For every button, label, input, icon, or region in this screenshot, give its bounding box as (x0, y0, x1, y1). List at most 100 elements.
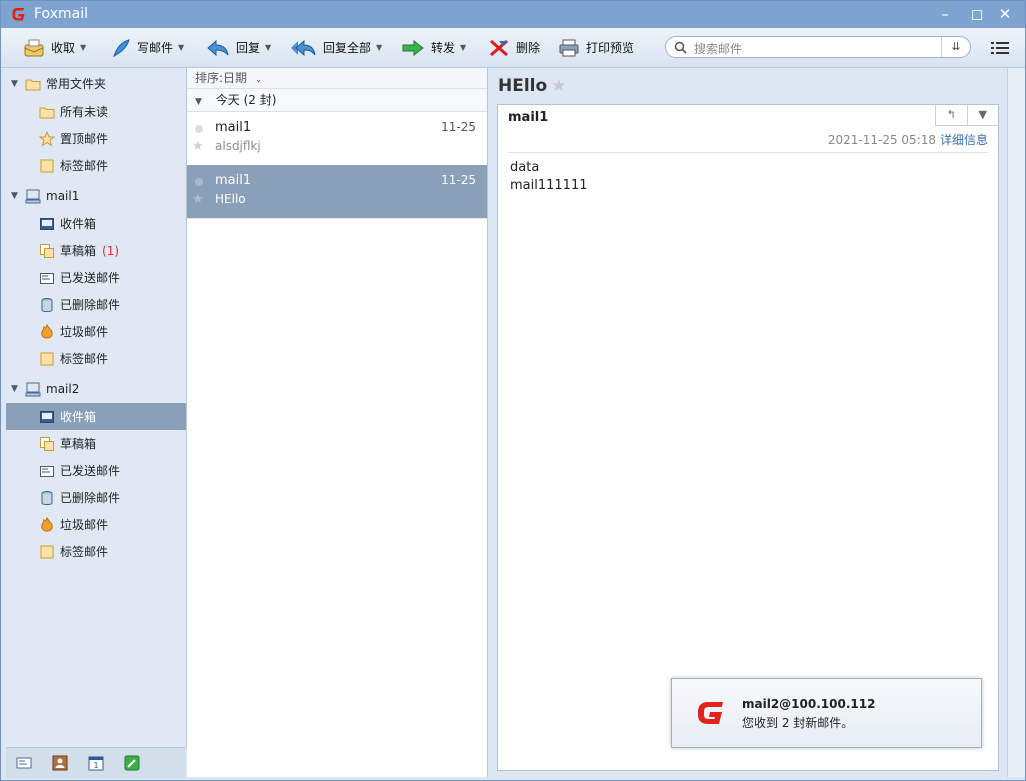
account-icon (25, 189, 41, 203)
folder-item-inbox[interactable]: 收件箱 (6, 403, 186, 430)
collapse-icon[interactable]: ▼ (11, 384, 21, 394)
chevron-down-icon: ⌄ (254, 75, 263, 85)
tag-icon (40, 159, 54, 172)
unread-dot-icon[interactable] (195, 125, 203, 133)
reply-label: 回复 (236, 41, 261, 55)
folder-label: 置顶邮件 (60, 132, 109, 146)
message-sender: mail1 (215, 173, 252, 188)
reply-button[interactable]: 回复 ▼ (206, 28, 271, 67)
message-datetime: 2021-11-25 05:18 (827, 133, 936, 147)
folder-item-sent[interactable]: 已发送邮件 (6, 457, 186, 484)
message-meta: 2021-11-25 05:18 详细信息 (828, 131, 988, 148)
print-preview-button[interactable]: 打印预览 (558, 28, 634, 67)
collapse-icon[interactable]: ▼ (11, 191, 21, 201)
chevron-down-icon[interactable]: ▼ (376, 43, 382, 52)
menu-icon[interactable] (991, 41, 1009, 55)
folder-group-common[interactable]: ▼ 常用文件夹 (6, 70, 186, 97)
inbox-icon (40, 217, 54, 230)
contacts-icon[interactable] (52, 755, 68, 771)
close-button[interactable]: ✕ (994, 5, 1016, 23)
drafts-icon (40, 436, 54, 451)
title-bar: Foxmail – ◻ ✕ (1, 1, 1025, 28)
scrollbar[interactable] (1007, 68, 1025, 777)
sort-selector[interactable]: 排序:日期 ⌄ (187, 68, 487, 89)
unread-dot-icon[interactable] (195, 178, 203, 186)
reply-icon (207, 39, 229, 56)
minimize-button[interactable]: – (934, 5, 956, 23)
message-body: data mail111111 (510, 159, 587, 195)
compose-button[interactable]: 写邮件 ▼ (111, 28, 184, 67)
forward-button[interactable]: 转发 ▼ (401, 28, 466, 67)
folder-icon (25, 79, 41, 90)
chevron-down-icon[interactable]: ▼ (80, 43, 86, 52)
star-icon[interactable]: ★ (192, 139, 204, 154)
app-title: Foxmail (34, 6, 88, 22)
collapse-icon[interactable]: ▼ (11, 79, 21, 89)
chevron-down-icon[interactable]: ▼ (178, 43, 184, 52)
collapse-icon[interactable]: ▼ (195, 97, 202, 107)
message-row[interactable]: mail1 11-25 ★ alsdjflkj (187, 112, 487, 166)
folder-label: 草稿箱 (60, 244, 97, 258)
date-group-header[interactable]: ▼ 今天 (2 封) (187, 89, 487, 112)
folder-group-label: 常用文件夹 (46, 77, 107, 91)
folder-label: 已删除邮件 (60, 491, 121, 505)
message-sender: mail1 (508, 110, 549, 125)
folder-item-tagged[interactable]: 标签邮件 (6, 538, 186, 565)
folder-item-drafts[interactable]: 草稿箱 (6, 430, 186, 457)
account-label: mail1 (46, 188, 80, 203)
notification-message: 您收到 2 封新邮件。 (742, 716, 854, 730)
reply-all-icon (291, 39, 316, 56)
folder-label: 垃圾邮件 (60, 325, 109, 339)
new-mail-notification[interactable]: mail2@100.100.112 您收到 2 封新邮件。 (671, 678, 982, 748)
message-title: HEllo ★ (498, 76, 566, 96)
chevron-down-icon[interactable]: ▼ (460, 43, 466, 52)
message-subject: alsdjflkj (215, 139, 261, 153)
folder-item-deleted[interactable]: 已删除邮件 (6, 484, 186, 511)
tag-icon (40, 545, 54, 558)
folder-item-drafts[interactable]: 草稿箱 (1) (6, 237, 186, 264)
folder-item-sent[interactable]: 已发送邮件 (6, 264, 186, 291)
delete-button[interactable]: 删除 (488, 28, 540, 67)
star-icon[interactable]: ★ (551, 76, 566, 96)
folder-item-inbox[interactable]: 收件箱 (6, 210, 186, 237)
chevron-down-icon[interactable]: ▼ (966, 105, 999, 125)
body-line: mail111111 (510, 178, 588, 193)
calendar-icon[interactable]: 1 (88, 755, 104, 771)
folder-label: 收件箱 (60, 410, 97, 424)
reply-all-button[interactable]: 回复全部 ▼ (289, 28, 382, 67)
folder-item-tagged[interactable]: 标签邮件 (6, 152, 186, 179)
star-icon[interactable]: ★ (192, 192, 204, 207)
receive-label: 收取 (51, 41, 76, 55)
search-icon (674, 41, 687, 54)
compose-label: 写邮件 (137, 41, 174, 55)
search-options-icon[interactable]: ⇊ (941, 37, 970, 57)
search-box[interactable]: 搜索邮件 ⇊ (665, 36, 971, 58)
maximize-button[interactable]: ◻ (966, 5, 988, 23)
account-mail1[interactable]: ▼ mail1 (6, 182, 186, 209)
date-group-label: 今天 (2 封) (215, 93, 277, 107)
message-title-text: HEllo (498, 76, 548, 96)
details-link[interactable]: 详细信息 (940, 133, 988, 147)
folder-label: 标签邮件 (60, 545, 109, 559)
folder-item-all-unread[interactable]: 所有未读 (6, 98, 186, 125)
folder-item-deleted[interactable]: 已删除邮件 (6, 291, 186, 318)
message-row-selected[interactable]: mail1 11-25 ★ HEllo (187, 165, 487, 219)
sent-icon (40, 465, 54, 477)
account-mail2[interactable]: ▼ mail2 (6, 375, 186, 402)
mail-module-icon[interactable] (16, 755, 32, 771)
chevron-down-icon[interactable]: ▼ (265, 43, 271, 52)
folder-item-tagged[interactable]: 标签邮件 (6, 345, 186, 372)
folder-icon (39, 107, 55, 118)
notes-icon[interactable] (124, 755, 140, 771)
receive-button[interactable]: 收取 ▼ (23, 28, 86, 67)
folder-label: 已发送邮件 (60, 464, 121, 478)
folder-item-pinned[interactable]: 置顶邮件 (6, 125, 186, 152)
folder-label: 垃圾邮件 (60, 518, 109, 532)
junk-icon (41, 516, 53, 531)
drafts-icon (40, 243, 54, 258)
folder-item-junk[interactable]: 垃圾邮件 (6, 511, 186, 538)
reply-icon[interactable]: ↰ (936, 105, 967, 125)
search-input[interactable]: 搜索邮件 (694, 40, 742, 57)
unread-count-badge: (1) (102, 243, 120, 258)
folder-item-junk[interactable]: 垃圾邮件 (6, 318, 186, 345)
